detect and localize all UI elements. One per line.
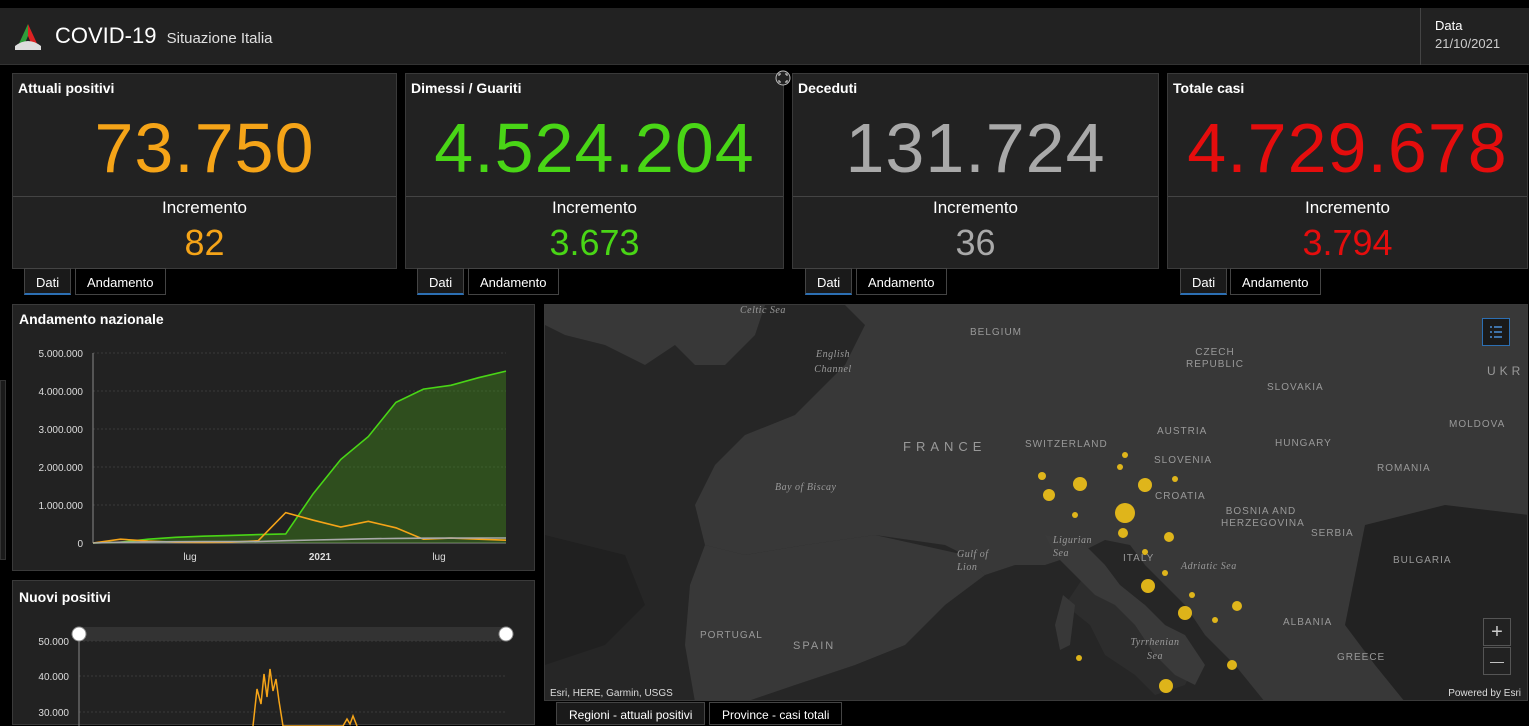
tab-dati[interactable]: Dati (24, 268, 72, 295)
y-tick-label: 1.000.000 (39, 501, 84, 512)
x-tick-label: lug (183, 552, 196, 563)
app-title: COVID-19 Situazione Italia (55, 23, 273, 49)
card-divider (406, 196, 783, 197)
tab-dati[interactable]: Dati (805, 268, 853, 295)
tab-province[interactable]: Province - casi totali (709, 702, 843, 725)
map-bubble (1141, 579, 1155, 593)
map-view[interactable]: Celtic Sea BELGIUM English Channel CZECH… (544, 304, 1528, 701)
y-tick-label: 40.000 (38, 672, 69, 683)
logo-icon (15, 24, 41, 50)
panel-title: Andamento nazionale (19, 311, 164, 327)
increment-value: 3.673 (549, 222, 640, 263)
card-title: Dimessi / Guariti (411, 80, 522, 96)
legend-button[interactable] (1482, 318, 1510, 346)
map-bubble (1038, 472, 1046, 480)
map-bubble (1122, 452, 1128, 458)
y-tick-label: 4.000.000 (39, 387, 84, 398)
app-subtitle: Situazione Italia (166, 30, 273, 47)
date-label: Data (1435, 18, 1463, 33)
map-bubble (1227, 660, 1237, 670)
map-bubble (1118, 528, 1128, 538)
map-bubble (1189, 592, 1195, 598)
tab-regioni[interactable]: Regioni - attuali positivi (556, 702, 706, 725)
increment-value: 82 (184, 222, 225, 263)
left-edge-strip (0, 380, 6, 560)
card-title: Deceduti (798, 80, 858, 96)
map-attribution: Esri, HERE, Garmin, USGS (550, 688, 673, 699)
fullscreen-icon[interactable] (775, 70, 791, 86)
card-title: Totale casi (1173, 80, 1245, 96)
card-value: 4.524.204 (434, 109, 755, 187)
increment-label: Incremento (932, 198, 1019, 217)
range-slider-handle-right[interactable] (498, 626, 514, 642)
map-bubble (1159, 679, 1173, 693)
card-totale-casi: Totale casi 4.729.678 Incremento 3.794 (1167, 73, 1528, 269)
map-bubble (1164, 532, 1174, 542)
tab-andamento[interactable]: Andamento (468, 268, 559, 295)
nuovi-positivi-chart: 50.000 40.000 30.000 (38, 626, 514, 726)
y-tick-label: 3.000.000 (39, 425, 84, 436)
card-deceduti: Deceduti 131.724 Incremento 36 (792, 73, 1159, 269)
card-value: 4.729.678 (1187, 109, 1508, 187)
y-tick-label: 5.000.000 (39, 349, 84, 360)
app-title-text: COVID-19 (55, 23, 157, 48)
card-divider (793, 196, 1158, 197)
map-bubble (1115, 503, 1135, 523)
card-value: 73.750 (94, 109, 315, 187)
tab-andamento[interactable]: Andamento (1230, 268, 1321, 295)
increment-label: Incremento (1304, 198, 1391, 217)
card-title: Attuali positivi (18, 80, 115, 96)
card-attuali-positivi: Attuali positivi 73.750 Incremento 82 (12, 73, 397, 269)
card-divider (1168, 196, 1527, 197)
map-bubble (1076, 655, 1082, 661)
x-tick-label: 2021 (309, 552, 332, 563)
increment-value: 3.794 (1302, 222, 1393, 263)
y-tick-label: 2.000.000 (39, 463, 84, 474)
tab-andamento[interactable]: Andamento (856, 268, 947, 295)
nuovi-positivi-panel: Nuovi positivi 50.000 40.000 30.000 (12, 580, 535, 726)
map-bubble (1117, 464, 1123, 470)
range-slider-handle-left[interactable] (71, 626, 87, 642)
zoom-out-button[interactable]: — (1483, 647, 1511, 675)
card-dimessi-guariti: Dimessi / Guariti 4.524.204 Incremento 3… (405, 73, 784, 269)
date-value: 21/10/2021 (1435, 36, 1501, 51)
list-icon (1490, 326, 1502, 338)
card-value: 131.724 (845, 109, 1106, 187)
app-header: COVID-19 Situazione Italia Data 21/10/20… (0, 8, 1529, 65)
map-bubble (1178, 606, 1192, 620)
map-bubble (1172, 476, 1178, 482)
andamento-chart: 5.000.000 4.000.000 3.000.000 2.000.000 1.00… (39, 349, 507, 563)
map-bubble (1072, 512, 1078, 518)
andamento-nazionale-panel: Andamento nazionale 5.000.000 4.000.000 3.… (12, 304, 535, 571)
increment-label: Incremento (551, 198, 638, 217)
map-bubble (1232, 601, 1242, 611)
map-bubble (1142, 549, 1148, 555)
panel-title: Nuovi positivi (19, 589, 111, 605)
card-divider (13, 196, 396, 197)
map-bubble (1138, 478, 1152, 492)
series-line (252, 668, 358, 726)
powered-by[interactable]: Powered by Esri (1448, 688, 1521, 699)
tab-dati[interactable]: Dati (1180, 268, 1228, 295)
y-tick-label: 50.000 (38, 637, 69, 648)
x-tick-label: lug (432, 552, 445, 563)
increment-value: 36 (955, 222, 996, 263)
map-bubble (1043, 489, 1055, 501)
map-bubble (1162, 570, 1168, 576)
date-box: Data 21/10/2021 (1420, 8, 1529, 65)
tab-andamento[interactable]: Andamento (75, 268, 166, 295)
y-tick-label: 30.000 (38, 708, 69, 719)
y-tick-label: 0 (77, 539, 83, 550)
increment-label: Incremento (161, 198, 248, 217)
map-bubbles (1038, 452, 1242, 693)
zoom-in-button[interactable]: + (1483, 618, 1511, 646)
range-slider-track (79, 627, 506, 641)
map-bubble (1212, 617, 1218, 623)
map-bubble (1073, 477, 1087, 491)
tab-dati[interactable]: Dati (417, 268, 465, 295)
